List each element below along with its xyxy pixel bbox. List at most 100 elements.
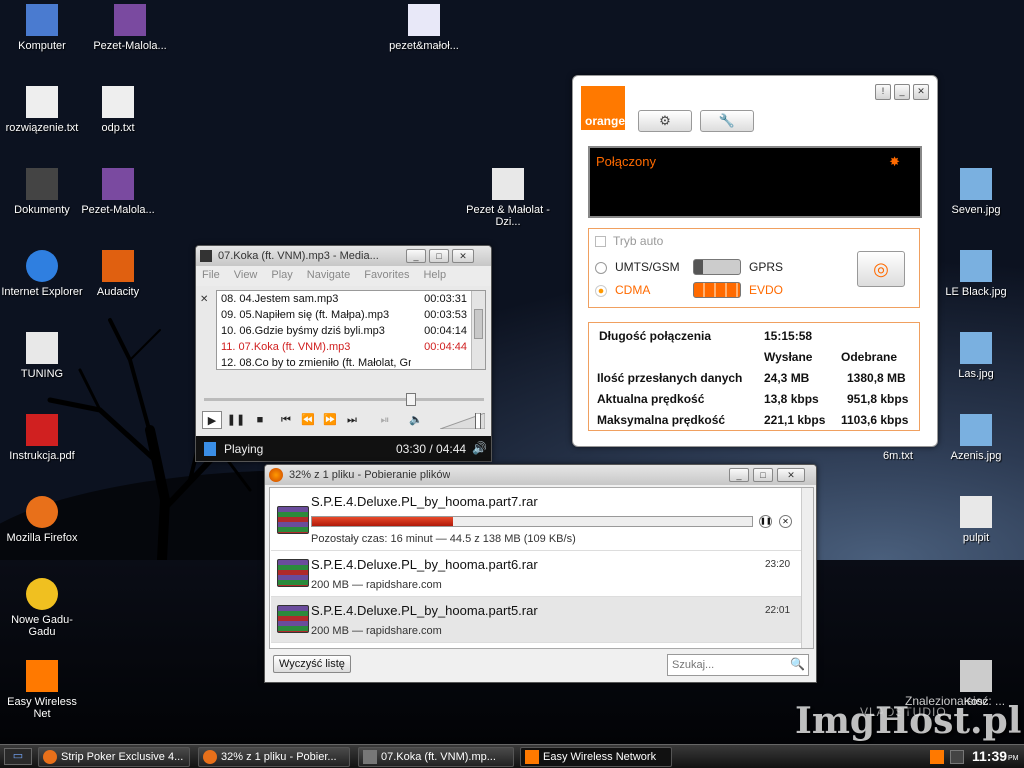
settings-button[interactable]: ⚙ [638, 110, 692, 132]
info-button[interactable]: ! [875, 84, 891, 100]
folder-icon [492, 168, 524, 200]
desktop-icon[interactable]: Internet Explorer [0, 250, 84, 298]
desktop-icon[interactable]: Seven.jpg [934, 168, 1018, 216]
download-item[interactable]: S.P.E.4.Deluxe.PL_by_hooma.part6.rar 200… [271, 551, 805, 597]
stat-label: Ilość przesłanych danych [597, 371, 743, 385]
seek-thumb[interactable] [406, 393, 417, 406]
speaker-icon[interactable]: 🔊 [472, 441, 487, 455]
next-button[interactable]: ⏭ [342, 411, 362, 429]
umts-radio[interactable] [595, 262, 607, 274]
playlist-close-icon[interactable]: ✕ [200, 294, 208, 305]
auto-label: Tryb auto [613, 234, 664, 248]
downloads-titlebar[interactable]: 32% z 1 pliku - Pobieranie plików _ □ ✕ [265, 465, 816, 485]
minimize-button[interactable]: _ [894, 84, 910, 100]
search-input[interactable] [667, 654, 809, 676]
playlist[interactable]: 08. 04.Jestem sam.mp3 00:03:31 09. 05.Napi… [216, 290, 486, 370]
menu-file[interactable]: File [202, 269, 220, 283]
playlist-scrollbar[interactable] [471, 291, 485, 369]
desktop-icon[interactable]: Las.jpg [934, 332, 1018, 380]
menu-play[interactable]: Play [271, 269, 292, 283]
volume-slider[interactable] [440, 413, 485, 429]
desktop-icon[interactable]: pulpit [934, 496, 1018, 544]
playlist-row[interactable]: 08. 04.Jestem sam.mp3 00:03:31 [217, 291, 485, 307]
download-item[interactable]: S.P.E.4.Deluxe.PL_by_hooma.part7.rar ❚❚ … [271, 488, 805, 551]
menu-favorites[interactable]: Favorites [364, 269, 409, 283]
forward-button[interactable]: ⏩ [320, 411, 340, 429]
menu-navigate[interactable]: Navigate [307, 269, 350, 283]
start-button[interactable]: ▭ [4, 748, 32, 765]
media-titlebar[interactable]: 07.Koka (ft. VNM).mp3 - Media... _ □ ✕ [196, 246, 491, 266]
desktop-icon[interactable]: Komputer [0, 4, 84, 52]
download-filename: S.P.E.4.Deluxe.PL_by_hooma.part5.rar [311, 603, 538, 618]
downloads-window[interactable]: 32% z 1 pliku - Pobieranie plików _ □ ✕ … [264, 464, 817, 683]
desktop-icon[interactable]: Instrukcja.pdf [0, 414, 84, 462]
close-button[interactable]: ✕ [777, 468, 805, 482]
volume-icon[interactable]: 🔈 [406, 411, 426, 429]
desktop-icon[interactable]: pezet&małoł... [382, 4, 466, 52]
frame-step-button[interactable]: ⏯ [375, 411, 395, 429]
desktop-icon[interactable]: LE Black.jpg [934, 250, 1018, 298]
cancel-download-button[interactable]: ✕ [779, 515, 792, 528]
search-icon[interactable]: 🔍 [790, 657, 805, 671]
desktop-icon[interactable]: Pezet-Malola... [88, 4, 172, 52]
trash-icon [960, 660, 992, 692]
desktop-icon[interactable]: Pezet & Małolat - Dzi... [466, 168, 550, 228]
maximize-button[interactable]: □ [429, 249, 449, 263]
desktop-icon[interactable]: odp.txt [76, 86, 160, 134]
media-menubar: File View Play Navigate Favorites Help [196, 266, 491, 286]
media-player-window[interactable]: 07.Koka (ft. VNM).mp3 - Media... _ □ ✕ F… [195, 245, 492, 462]
task-strip-poker[interactable]: Strip Poker Exclusive 4... [38, 747, 190, 767]
desktop-icon[interactable]: rozwiązenie.txt [0, 86, 84, 134]
orange-tray-icon[interactable] [930, 750, 944, 764]
task-easy-wireless[interactable]: Easy Wireless Network [520, 747, 672, 767]
desktop-icon[interactable]: Azenis.jpg [934, 414, 1018, 462]
close-button[interactable]: ✕ [913, 84, 929, 100]
playlist-row[interactable]: 11. 07.Koka (ft. VNM).mp3 00:04:44 [217, 339, 485, 355]
playlist-row[interactable]: 09. 05.Napiłem się (ft. Małpa).mp3 00:03:… [217, 307, 485, 323]
desktop-icon-label: pezet&małoł... [389, 40, 459, 52]
stop-button[interactable]: ■ [250, 411, 270, 429]
menu-help[interactable]: Help [423, 269, 446, 283]
download-item[interactable]: S.P.E.4.Deluxe.PL_by_hooma.part5.rar 200… [271, 597, 805, 643]
desktop-icon[interactable]: Dokumenty [0, 168, 84, 216]
cdma-radio[interactable] [595, 285, 607, 297]
rewind-button[interactable]: ⏪ [298, 411, 318, 429]
seek-bar[interactable] [204, 393, 484, 406]
playlist-row[interactable]: 10. 06.Gdzie byśmy dziś byli.mp3 00:04:14 [217, 323, 485, 339]
pause-button[interactable]: ❚❚ [226, 411, 246, 429]
minimize-button[interactable]: _ [729, 468, 749, 482]
desktop-icon-label: Audacity [96, 286, 140, 298]
desktop-icon[interactable]: Mozilla Firefox [0, 496, 84, 544]
task-downloads[interactable]: 32% z 1 pliku - Pobier... [198, 747, 350, 767]
playlist-row[interactable]: 12. 08.Co by to zmieniło (ft. Małolat, G… [217, 355, 485, 369]
close-button[interactable]: ✕ [452, 249, 474, 263]
desktop-icon[interactable]: Easy Wireless Net [0, 660, 84, 720]
menu-view[interactable]: View [234, 269, 258, 283]
downloads-scrollbar[interactable] [801, 488, 813, 648]
taskbar: ▭ Strip Poker Exclusive 4... 32% z 1 pli… [0, 744, 1024, 768]
play-button[interactable]: ▶ [202, 411, 222, 429]
archive-icon [114, 4, 146, 36]
desktop-icon[interactable]: Audacity [76, 250, 160, 298]
orange-window[interactable]: orange ⚙ 🔧 ! _ ✕ Połączony ✸ Tryb auto U… [572, 75, 938, 447]
previous-button[interactable]: ⏮ [276, 411, 296, 429]
tray-icon[interactable] [950, 750, 964, 764]
auto-checkbox[interactable] [595, 236, 606, 247]
desktop-icon[interactable]: Nowe Gadu-Gadu [0, 578, 84, 638]
minimize-button[interactable]: _ [406, 249, 426, 263]
task-media-player[interactable]: 07.Koka (ft. VNM).mp... [358, 747, 514, 767]
stat-sent: 13,8 kbps [764, 392, 819, 406]
maximize-button[interactable]: □ [753, 468, 773, 482]
firefox-icon [26, 496, 58, 528]
orange-logo: orange [581, 86, 625, 130]
pause-download-button[interactable]: ❚❚ [759, 515, 772, 528]
downloads-list[interactable]: S.P.E.4.Deluxe.PL_by_hooma.part7.rar ❚❚ … [269, 487, 814, 649]
connect-button[interactable]: ◎ [857, 251, 905, 287]
track-duration: 00:03:53 [424, 309, 467, 321]
text-file-icon [102, 86, 134, 118]
desktop-icon[interactable]: TUNING [0, 332, 84, 380]
clear-list-button[interactable]: Wyczyść listę [273, 655, 351, 673]
scrollbar-thumb[interactable] [474, 309, 483, 339]
tools-button[interactable]: 🔧 [700, 110, 754, 132]
desktop-icon[interactable]: Pezet-Malola... [76, 168, 160, 216]
